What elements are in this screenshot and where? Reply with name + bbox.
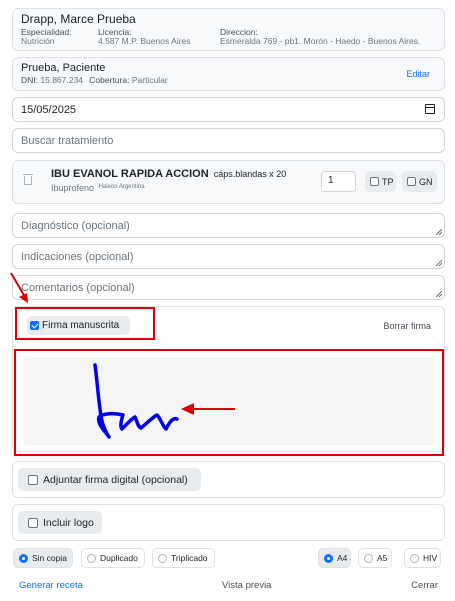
date-value: 15/05/2025 <box>21 103 77 116</box>
gn-checkbox[interactable]: GN <box>402 171 437 192</box>
tp-checkbox-box[interactable] <box>370 177 379 186</box>
patient-card: Prueba, Paciente DNI: 15.867.234 Cobertu… <box>12 57 445 91</box>
generate-prescription-button[interactable]: Generar receta <box>19 580 83 591</box>
patient-name: Prueba, Paciente <box>21 62 106 74</box>
doctor-name: Drapp, Marce Prueba <box>21 12 136 26</box>
edit-patient-link[interactable]: Editar <box>406 69 430 79</box>
radio-label: Triplicado <box>171 553 208 563</box>
radio-hiv[interactable]: HIV <box>404 548 441 568</box>
radio-a5[interactable]: A5 <box>358 548 392 568</box>
radio-dot[interactable] <box>19 553 28 563</box>
patient-details: DNI: 15.867.234 Cobertura: Particular <box>21 75 436 85</box>
digital-signature-option: Adjuntar firma digital (opcional) <box>12 461 445 498</box>
radio-a4[interactable]: A4 <box>318 548 351 568</box>
radio-triplicado[interactable]: Triplicado <box>152 548 215 568</box>
coverage-value: Particular <box>131 75 168 85</box>
calendar-icon[interactable] <box>425 104 435 114</box>
doctor-license: Licencia: 4.587 M.P. Buenos Aires <box>98 28 190 46</box>
diagnosis-placeholder: Diagnóstico (opcional) <box>21 220 130 232</box>
gn-checkbox-box[interactable] <box>407 177 416 186</box>
indications-placeholder: Indicaciones (opcional) <box>21 251 134 263</box>
drug-presentation: cáps.blandas x 20 <box>213 169 287 179</box>
radio-dot[interactable] <box>364 553 373 563</box>
drug-subtitle: Ibuprofeno Haleon Argentina <box>51 183 145 193</box>
drug-name: IBU EVANOL RAPIDA ACCION <box>51 168 209 180</box>
doctor-details: Especialidad: Nutrición Licencia: 4.587 … <box>21 26 436 46</box>
radio-dot[interactable] <box>87 553 96 563</box>
diagnosis-textarea[interactable]: Diagnóstico (opcional) <box>12 213 445 238</box>
radio-dot[interactable] <box>158 553 167 563</box>
license-value: 4.587 M.P. Buenos Aires <box>98 36 191 46</box>
digital-signature-label: Adjuntar firma digital (opcional) <box>43 473 188 486</box>
radio-label: A5 <box>377 553 388 563</box>
gn-label: GN <box>419 176 433 187</box>
radio-label: HIV <box>423 553 438 563</box>
drug-title: IBU EVANOL RAPIDA ACCION cáps.blandas x … <box>51 168 286 180</box>
tp-label: TP <box>382 176 394 187</box>
quantity-input[interactable]: 1 <box>321 171 356 192</box>
resize-handle-icon[interactable] <box>436 291 442 297</box>
dni-value: 15.867.234 <box>40 75 83 85</box>
clear-signature-button[interactable]: Borrar firma <box>383 321 431 331</box>
drug-lab: Haleon Argentina <box>98 184 145 190</box>
logo-option: Incluir logo <box>12 504 445 541</box>
treatment-search-input[interactable]: Buscar tratamiento <box>12 128 445 153</box>
specialty-value: Nutrición <box>21 36 55 46</box>
doctor-card: Drapp, Marce Prueba Especialidad: Nutric… <box>12 8 445 51</box>
logo-label: Incluir logo <box>43 516 94 529</box>
trash-icon[interactable] <box>23 174 33 185</box>
close-button[interactable]: Cerrar <box>411 580 438 591</box>
annotation-box-signature <box>14 349 444 456</box>
comments-textarea[interactable]: Comentarios (opcional) <box>12 275 445 300</box>
logo-checkbox-box[interactable] <box>28 517 38 528</box>
digital-signature-checkbox[interactable]: Adjuntar firma digital (opcional) <box>18 468 201 491</box>
radio-duplicado[interactable]: Duplicado <box>81 548 145 568</box>
dni-label: DNI: <box>21 75 38 85</box>
drug-generic: Ibuprofeno <box>51 183 95 193</box>
radio-label: A4 <box>337 553 348 563</box>
annotation-box-checkbox <box>15 307 155 340</box>
coverage-label: Cobertura: <box>89 75 130 85</box>
radio-dot[interactable] <box>324 553 333 563</box>
address-value: Esmeralda 769 - pb1. Morón - Haedo - Bue… <box>220 36 421 46</box>
logo-checkbox[interactable]: Incluir logo <box>18 511 102 534</box>
radio-label: Sin copia <box>32 553 67 563</box>
date-input[interactable]: 15/05/2025 <box>12 97 445 122</box>
resize-handle-icon[interactable] <box>436 260 442 266</box>
resize-handle-icon[interactable] <box>436 229 442 235</box>
preview-button[interactable]: Vista previa <box>222 580 271 591</box>
radio-label: Duplicado <box>100 553 138 563</box>
comments-placeholder: Comentarios (opcional) <box>21 282 135 294</box>
tp-checkbox[interactable]: TP <box>365 171 396 192</box>
doctor-specialty: Especialidad: Nutrición <box>21 28 72 46</box>
indications-textarea[interactable]: Indicaciones (opcional) <box>12 244 445 269</box>
radio-dot[interactable] <box>410 553 419 563</box>
search-placeholder: Buscar tratamiento <box>21 134 114 147</box>
digital-signature-checkbox-box[interactable] <box>28 474 38 485</box>
doctor-address: Direccion: Esmeralda 769 - pb1. Morón - … <box>220 28 420 46</box>
radio-sin-copia[interactable]: Sin copia <box>13 548 73 568</box>
drug-item: IBU EVANOL RAPIDA ACCION cáps.blandas x … <box>12 160 445 204</box>
annotation-arrow-down-icon <box>10 272 28 303</box>
